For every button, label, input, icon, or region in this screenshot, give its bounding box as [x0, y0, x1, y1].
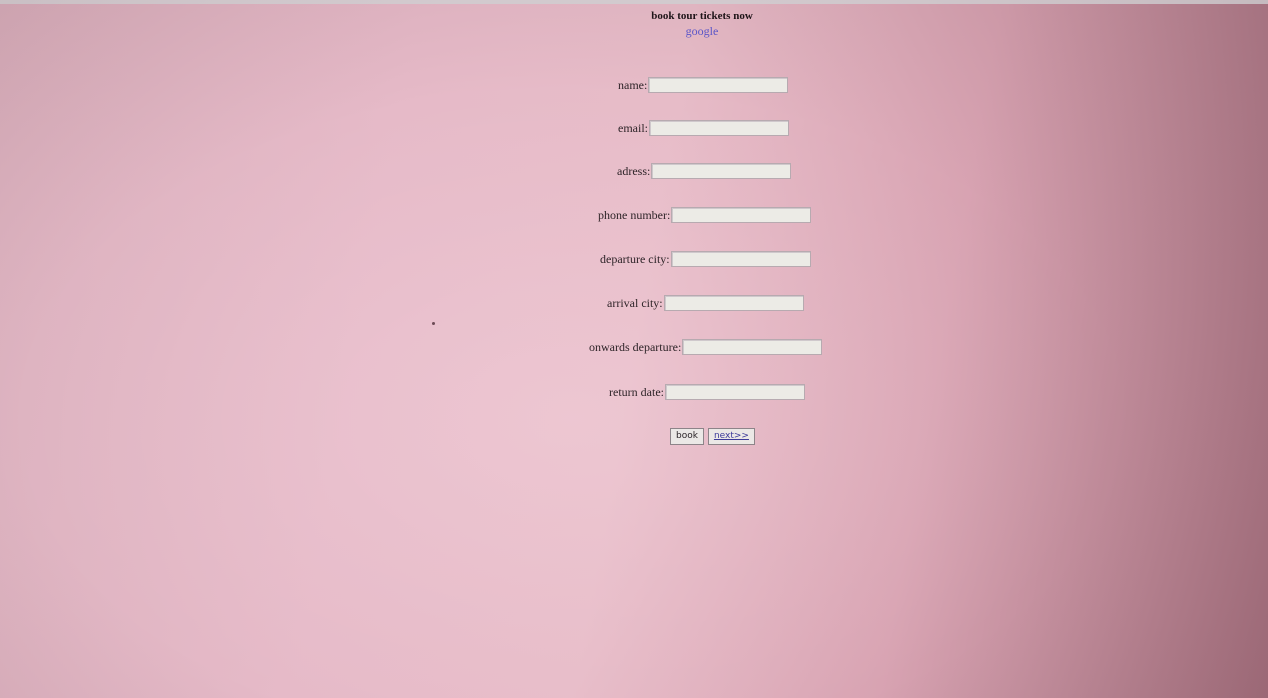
phone-number-field[interactable]	[671, 207, 812, 223]
onwards-departure-label: onwards departure:	[589, 339, 682, 354]
form-actions: book next>>	[670, 428, 755, 445]
form-row-onwards-departure: onwards departure:	[589, 339, 823, 355]
arrival-city-field[interactable]	[663, 295, 804, 311]
address-label: adress:	[617, 163, 651, 178]
address-field[interactable]	[651, 163, 792, 179]
dust-speck	[432, 322, 435, 325]
email-label: email:	[618, 120, 648, 135]
email-field[interactable]	[649, 120, 789, 136]
return-date-label: return date:	[609, 384, 664, 399]
google-link[interactable]: google	[686, 24, 719, 38]
departure-city-label: departure city:	[600, 251, 670, 266]
form-row-return-date: return date:	[609, 384, 805, 400]
phone-number-label: phone number:	[598, 207, 671, 222]
next-button[interactable]: next>>	[707, 428, 755, 445]
form-row-arrival-city: arrival city:	[607, 295, 804, 311]
form-row-phone: phone number:	[598, 207, 812, 223]
form-row-address: adress:	[617, 163, 792, 179]
onwards-departure-field[interactable]	[682, 339, 823, 355]
form-row-email: email:	[618, 120, 789, 136]
departure-city-field[interactable]	[670, 251, 811, 267]
arrival-city-label: arrival city:	[607, 295, 663, 310]
return-date-field[interactable]	[664, 384, 805, 400]
next-button-label: next>>	[713, 431, 749, 441]
name-field[interactable]	[648, 77, 789, 93]
form-row-name: name:	[618, 77, 789, 93]
window-top-edge	[0, 0, 1268, 4]
page-title: book tour tickets now	[651, 10, 753, 22]
form-row-departure-city: departure city:	[600, 251, 811, 267]
name-label: name:	[618, 77, 648, 92]
book-button[interactable]: book	[670, 428, 704, 445]
google-link-row: google	[0, 24, 1268, 39]
